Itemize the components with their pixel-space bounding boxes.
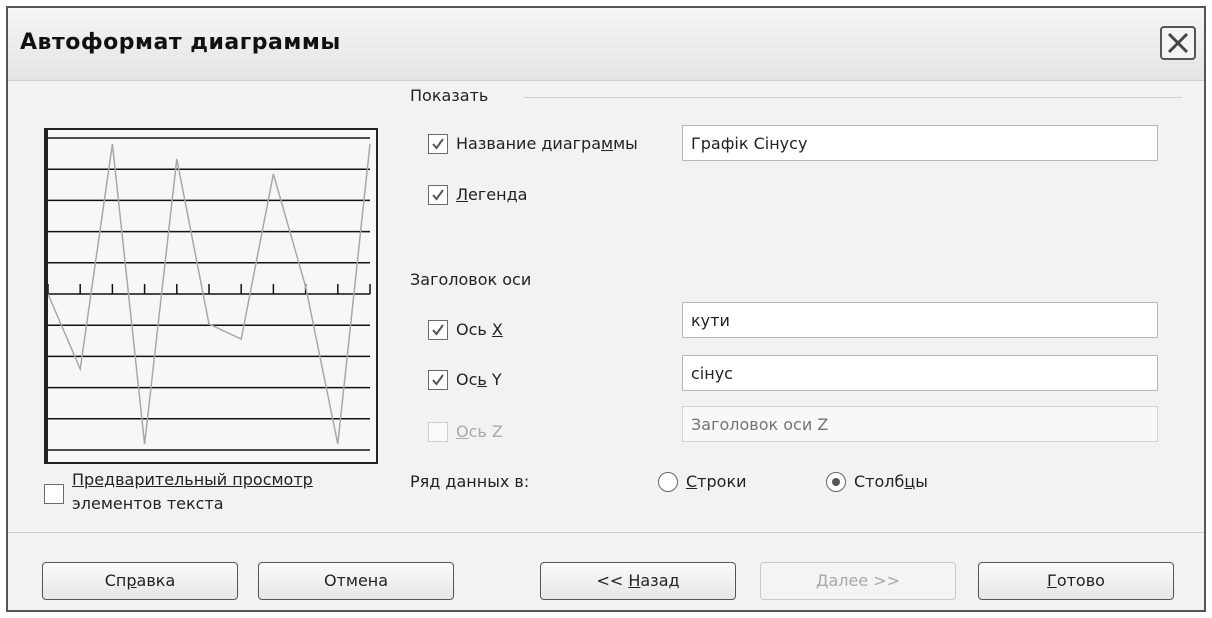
rows-label: Строки (686, 472, 747, 491)
back-label-c: азад (640, 571, 680, 590)
back-label-a: << (596, 571, 629, 590)
y-axis-label-b: ь (477, 370, 487, 389)
chart-preview (44, 128, 378, 464)
help-label-b: р (126, 571, 137, 590)
back-button[interactable]: << Назад (540, 562, 736, 600)
columns-label-b: ц (904, 472, 916, 491)
chart-title-input[interactable] (682, 125, 1158, 161)
y-axis-label: Ось Y (456, 370, 502, 389)
x-axis-title-input[interactable] (682, 302, 1158, 338)
check-icon (432, 189, 444, 201)
axis-title-group-label: Заголовок оси (410, 270, 532, 289)
autoformat-dialog: Автоформат диаграммы Предварительный про… (6, 6, 1206, 612)
chart-title-label-c: мы (613, 134, 638, 153)
radio-selected-dot (832, 478, 840, 486)
chart-title-label-b: м (601, 134, 614, 153)
help-label-a: Сп (104, 571, 127, 590)
text-preview-label-2: элементов текста (72, 494, 224, 513)
next-button[interactable]: Далее >> (760, 562, 956, 600)
columns-label-a: Столб (854, 472, 905, 491)
close-button[interactable] (1160, 26, 1196, 60)
y-axis-label-a: Ос (456, 370, 478, 389)
help-label-c: авка (136, 571, 176, 590)
x-axis-checkbox[interactable] (428, 320, 448, 340)
legend-label: Легенда (456, 185, 527, 204)
rows-label-a: С (686, 472, 698, 491)
x-axis-label: Ось X (456, 320, 503, 339)
rows-label-b: троки (697, 472, 747, 491)
title-bar: Автоформат диаграммы (8, 8, 1204, 81)
finish-button[interactable]: Готово (978, 562, 1174, 600)
y-axis-title-input[interactable] (682, 355, 1158, 391)
finish-label-a: Г (1047, 571, 1057, 590)
chart-title-label-a: Название диагра (456, 134, 601, 153)
chart-title-checkbox[interactable] (428, 134, 448, 154)
legend-checkbox[interactable] (428, 185, 448, 205)
finish-label-b: отово (1056, 571, 1105, 590)
back-label-b: Н (628, 571, 641, 590)
columns-radio[interactable] (826, 472, 846, 492)
text-preview-label: Предварительный просмотр (72, 470, 313, 489)
next-label: Далее >> (815, 571, 901, 590)
button-row-divider (8, 532, 1204, 533)
preview-chart (47, 137, 371, 451)
z-axis-label-b: сь Z (468, 422, 503, 441)
check-icon (432, 138, 444, 150)
z-axis-label-a: О (456, 422, 469, 441)
legend-label-b: егенда (468, 185, 528, 204)
columns-label-c: ы (915, 472, 928, 491)
cancel-button[interactable]: Отмена (258, 562, 454, 600)
rows-radio[interactable] (658, 472, 678, 492)
close-icon (1167, 32, 1189, 54)
z-axis-title-input[interactable] (682, 406, 1158, 442)
chart-title-label: Название диаграммы (456, 134, 638, 153)
x-axis-label-b: X (491, 320, 503, 339)
y-axis-label-c: Y (486, 370, 502, 389)
cancel-label: Отмена (323, 571, 389, 590)
check-icon (432, 324, 444, 336)
help-button[interactable]: Справка (42, 562, 238, 600)
legend-label-a: Л (456, 185, 469, 204)
z-axis-checkbox[interactable] (428, 422, 448, 442)
text-preview-label-line1: Предварительный просмотр (72, 470, 313, 489)
x-axis-label-a: Ось (456, 320, 492, 339)
z-axis-label: Ось Z (456, 422, 503, 441)
check-icon (432, 374, 444, 386)
dialog-title: Автоформат диаграммы (20, 30, 341, 55)
show-group-label: Показать (410, 86, 489, 105)
series-in-label: Ряд данных в: (410, 472, 530, 491)
text-preview-checkbox[interactable] (44, 484, 64, 504)
show-group-divider (524, 97, 1182, 98)
y-axis-checkbox[interactable] (428, 370, 448, 390)
columns-label: Столбцы (854, 472, 928, 491)
